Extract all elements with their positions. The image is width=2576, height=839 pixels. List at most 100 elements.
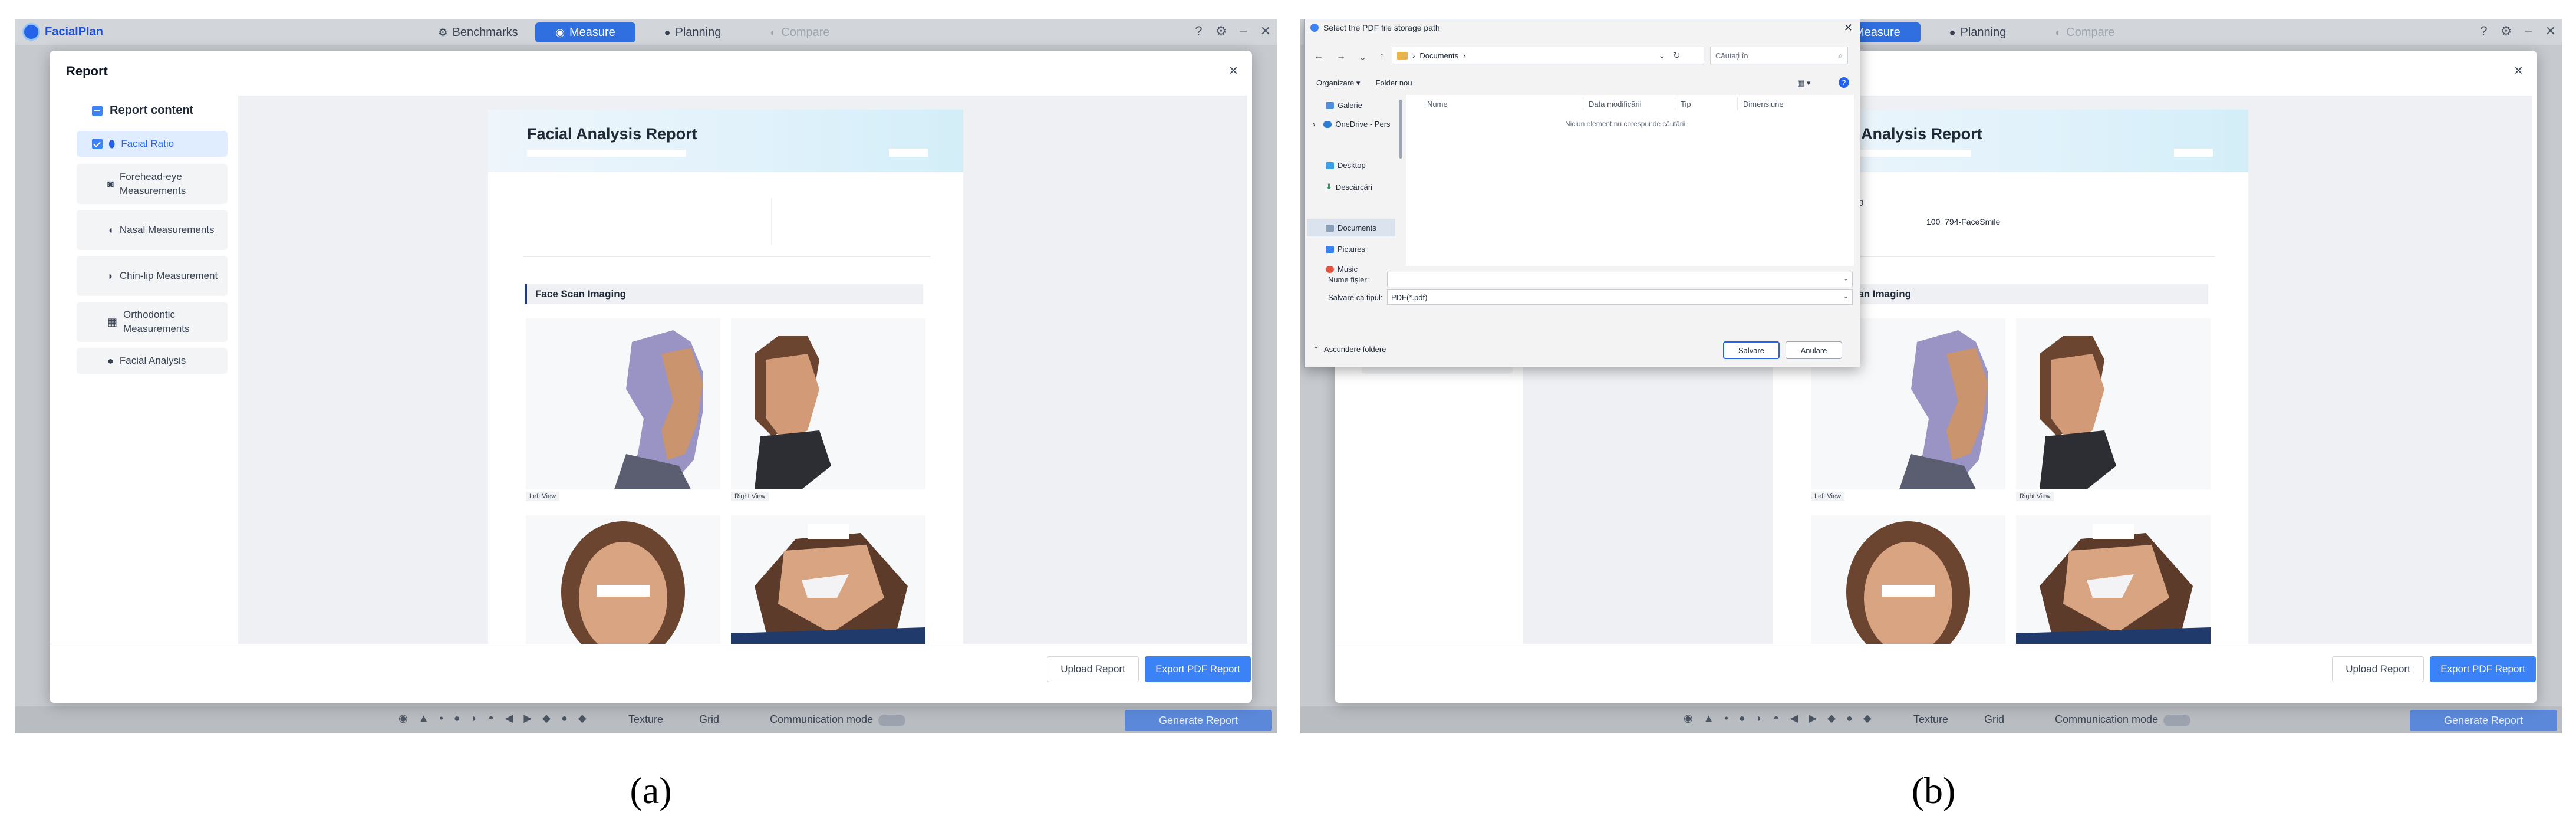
tab-compare[interactable]: ◐ Compare <box>2035 22 2135 42</box>
save-button[interactable]: Salvare <box>1723 341 1780 359</box>
new-folder-button[interactable]: Folder nou <box>1375 78 1412 88</box>
export-pdf-report-button[interactable]: Export PDF Report <box>2430 656 2536 682</box>
filename-input[interactable]: ⌄ <box>1387 272 1853 287</box>
tree-item-music[interactable]: Music <box>1326 265 1358 274</box>
sidebar-item-chin-lip[interactable]: ◗ Chin-lip Measurement <box>77 256 228 296</box>
tree-item-desktop[interactable]: Desktop <box>1326 161 1366 170</box>
checkbox-indeterminate-icon[interactable] <box>92 105 103 116</box>
texture-toggle[interactable]: Texture <box>1913 713 1948 726</box>
organize-button[interactable]: Organizare ▾ <box>1316 78 1360 88</box>
tree-item-downloads[interactable]: ⬇ Descărcări <box>1326 182 1372 192</box>
sidebar-item-nasal[interactable]: ◖ Nasal Measurements <box>77 210 228 250</box>
face-up-icon[interactable]: ◓ <box>488 712 495 725</box>
pin-icon[interactable]: ▲ <box>419 712 429 725</box>
modal-close-icon[interactable]: × <box>2514 61 2523 80</box>
close-icon[interactable]: ✕ <box>1260 24 1271 39</box>
filetype-select[interactable]: PDF(*.pdf) ⌄ <box>1387 289 1853 305</box>
face-front-icon[interactable]: ● <box>1739 712 1745 725</box>
back-arrow-icon[interactable]: ← <box>1314 51 1323 63</box>
cancel-button[interactable]: Anulare <box>1786 341 1842 359</box>
help-icon[interactable]: ? <box>1839 77 1849 88</box>
sidebar-item-facial-ratio[interactable]: ⬮ Facial Ratio <box>77 131 228 157</box>
chevron-down-icon[interactable]: ⌄ <box>1843 275 1849 282</box>
report-content-sidebar: Report content ⬮ Facial Ratio ◙ Forehead-e… <box>50 96 238 644</box>
face-back-icon[interactable]: ◆ <box>1863 712 1872 725</box>
address-controls[interactable]: ⌄ ↻ <box>1658 50 1681 61</box>
modal-title: Report <box>66 64 108 78</box>
sidebar-item-facial-analysis[interactable]: ● Facial Analysis <box>77 348 228 374</box>
tree-item-gallery[interactable]: Galerie <box>1326 101 1362 110</box>
face-front-icon[interactable]: ● <box>454 712 460 725</box>
tab-planning[interactable]: ● Planning <box>643 22 743 42</box>
sidebar-item-label: Orthodontic Measurements <box>123 309 190 334</box>
search-input[interactable]: Căutați în ⌕ <box>1710 47 1848 64</box>
gear-icon[interactable]: ⚙ <box>2501 24 2512 39</box>
checkbox-checked-icon[interactable] <box>92 139 103 149</box>
hide-folders-toggle[interactable]: ⌃ Ascundere foldere <box>1313 345 1386 354</box>
face-side-icon[interactable]: ◗ <box>1756 712 1763 725</box>
point-icon[interactable]: • <box>1725 712 1728 725</box>
communication-mode-switch[interactable] <box>878 715 905 726</box>
modal-footer: Upload Report Export PDF Report <box>50 644 1252 703</box>
tab-measure[interactable]: ◉ Measure <box>535 22 635 42</box>
generate-report-button[interactable]: Generate Report <box>2410 710 2557 731</box>
eye-icon[interactable]: ◉ <box>398 712 408 725</box>
address-bar[interactable]: › Documents › <box>1392 47 1704 64</box>
face-top-icon[interactable]: ● <box>1846 712 1853 725</box>
tree-item-documents[interactable]: Documents <box>1326 223 1376 232</box>
right-view-scan <box>2040 336 2116 489</box>
upload-report-button[interactable]: Upload Report <box>1047 656 1139 682</box>
tree-item-pictures[interactable]: Pictures <box>1326 245 1365 254</box>
face-up-icon[interactable]: ◓ <box>1773 712 1780 725</box>
search-icon: ⌕ <box>1838 51 1843 60</box>
face-rot-icon[interactable]: ◆ <box>1827 712 1836 725</box>
texture-toggle[interactable]: Texture <box>628 713 663 726</box>
dialog-close-icon[interactable]: ✕ <box>1844 22 1853 34</box>
upload-report-button[interactable]: Upload Report <box>2332 656 2424 682</box>
up-arrow-icon[interactable]: ↑ <box>1379 51 1384 63</box>
tab-benchmarks[interactable]: ⚙ Benchmarks <box>428 22 528 42</box>
tree-item-onedrive[interactable]: › OneDrive - Pers <box>1313 120 1391 129</box>
column-header-date[interactable]: Data modificării <box>1589 100 1642 108</box>
view-tool-icons: ◉ ▲ • ● ◗ ◓ ◀ ▶ ◆ ● ◆ <box>398 712 587 725</box>
tab-compare[interactable]: ◐ Compare <box>750 22 850 42</box>
pin-icon[interactable]: ▲ <box>1704 712 1714 725</box>
tab-planning[interactable]: ● Planning <box>1928 22 2028 42</box>
point-icon[interactable]: • <box>440 712 443 725</box>
face-right-icon[interactable]: ▶ <box>1809 712 1817 725</box>
minimize-icon[interactable]: – <box>1240 24 1247 39</box>
chevron-down-icon[interactable]: ⌄ <box>1359 51 1366 63</box>
sidebar-item-forehead-eye[interactable]: ◙ Forehead-eye Measurements <box>77 164 228 204</box>
report-content-header[interactable]: Report content <box>92 104 193 117</box>
sidebar-item-orthodontic[interactable]: ▦ Orthodontic Measurements <box>77 302 228 342</box>
face-top-icon[interactable]: ● <box>561 712 568 725</box>
face-back-icon[interactable]: ◆ <box>578 712 587 725</box>
breadcrumb-separator-icon: › <box>1412 51 1415 60</box>
chevron-down-icon[interactable]: ⌄ <box>1843 292 1849 300</box>
expand-chevron-icon: › <box>1313 120 1316 129</box>
tree-scrollbar[interactable] <box>1399 100 1402 159</box>
forward-arrow-icon[interactable]: → <box>1336 51 1346 63</box>
face-rot-icon[interactable]: ◆ <box>542 712 551 725</box>
face-side-icon[interactable]: ◗ <box>471 712 477 725</box>
grid-toggle[interactable]: Grid <box>699 713 719 726</box>
help-icon[interactable]: ? <box>2480 24 2487 39</box>
modal-close-icon[interactable]: × <box>1229 61 1238 80</box>
export-pdf-report-button[interactable]: Export PDF Report <box>1145 656 1251 682</box>
grid-toggle[interactable]: Grid <box>1984 713 2004 726</box>
generate-report-button[interactable]: Generate Report <box>1125 710 1272 731</box>
gear-icon[interactable]: ⚙ <box>1215 24 1227 39</box>
face-left-icon[interactable]: ◀ <box>1790 712 1798 725</box>
screenshot-panel-a: FacialPlan ⚙ Benchmarks ◉ Measure ● Plannin… <box>15 19 1277 733</box>
column-header-name[interactable]: Nume <box>1427 100 1448 108</box>
face-left-icon[interactable]: ◀ <box>505 712 513 725</box>
face-right-icon[interactable]: ▶ <box>523 712 532 725</box>
column-header-size[interactable]: Dimensiune <box>1743 100 1784 108</box>
help-icon[interactable]: ? <box>1195 24 1202 39</box>
eye-icon[interactable]: ◉ <box>1684 712 1693 725</box>
view-options-icon[interactable]: ▦ ▾ <box>1797 78 1810 88</box>
close-icon[interactable]: ✕ <box>2545 24 2556 39</box>
minimize-icon[interactable]: – <box>2525 24 2532 39</box>
communication-mode-switch[interactable] <box>2163 715 2190 726</box>
column-header-type[interactable]: Tip <box>1681 100 1691 108</box>
